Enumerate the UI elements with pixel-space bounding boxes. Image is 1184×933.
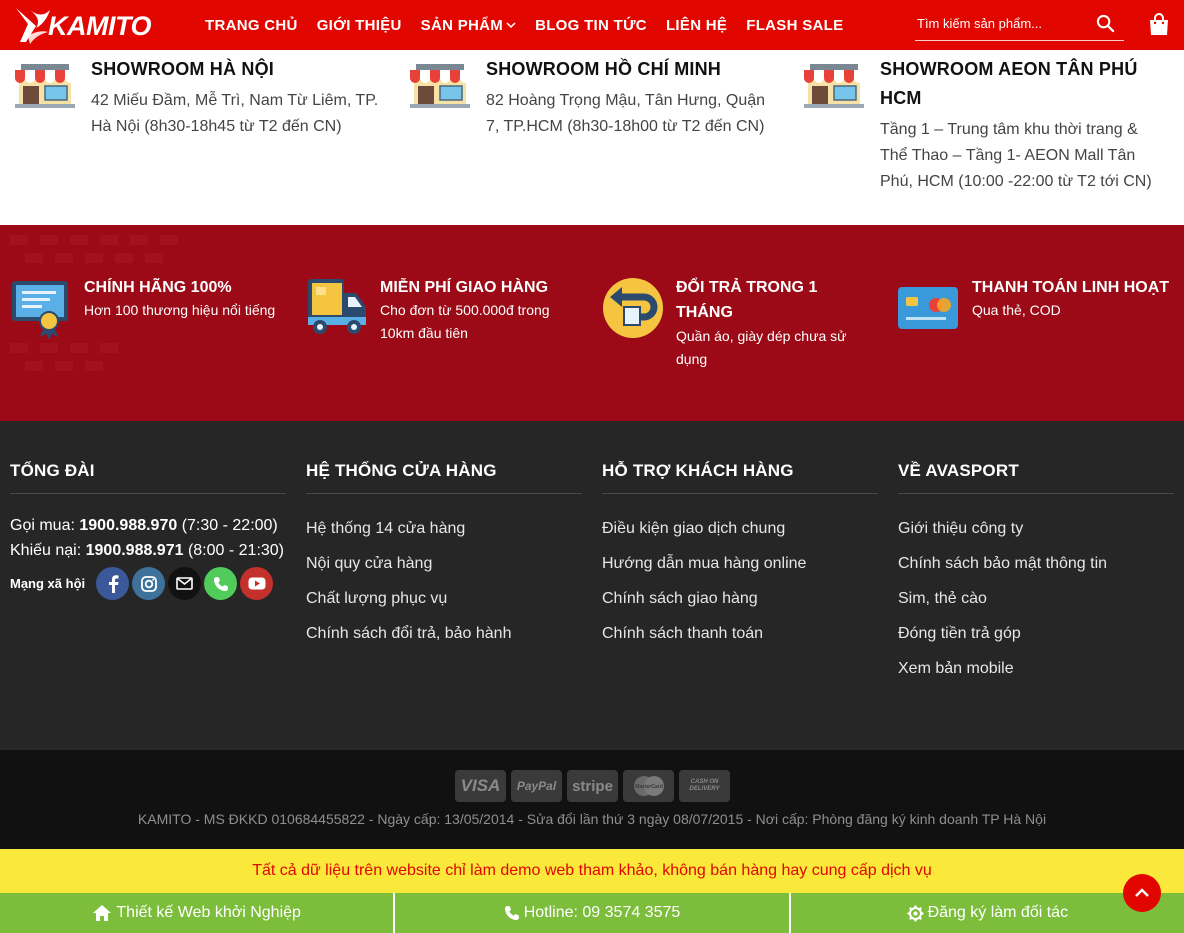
mastercard-icon: MasterCard	[623, 770, 674, 802]
svg-text:MasterCard: MasterCard	[635, 784, 663, 790]
footer-link[interactable]: Hướng dẫn mua hàng online	[602, 546, 878, 581]
return-box-icon	[603, 278, 663, 338]
buy-hours: (7:30 - 22:00)	[181, 517, 278, 534]
complain-number[interactable]: 1900.988.971	[86, 542, 184, 559]
web-design-button[interactable]: Thiết kế Web khởi Nghiệp	[0, 893, 396, 933]
showroom-title: SHOWROOM AEON TÂN PHÚ HCM	[880, 59, 1138, 108]
facebook-icon[interactable]	[96, 567, 130, 600]
chevron-down-icon	[506, 22, 516, 29]
nav-products[interactable]: SẢN PHẨM	[421, 17, 516, 34]
footer-link[interactable]: Xem bản mobile	[898, 651, 1174, 686]
credit-card-icon	[898, 287, 958, 329]
nav-products-label: SẢN PHẨM	[420, 16, 504, 34]
showroom-address: Tầng 1 – Trung tâm khu thời trang & Thể …	[880, 121, 1152, 190]
search-input[interactable]	[915, 8, 1090, 38]
footer-link[interactable]: Chính sách giao hàng	[602, 581, 878, 616]
partner-signup-label: Đăng ký làm đối tác	[927, 904, 1069, 921]
complain-label: Khiếu nại:	[10, 542, 82, 559]
footer-about: VỀ AVASPORT Giới thiệu công ty Chính sác…	[898, 461, 1174, 686]
nav-home[interactable]: TRANG CHỦ	[205, 17, 298, 34]
footer-link[interactable]: Chính sách đổi trả, bảo hành	[306, 616, 582, 651]
footer-link[interactable]: Đóng tiền trả góp	[898, 616, 1174, 651]
store-icon	[804, 64, 864, 108]
delivery-truck-icon	[308, 279, 366, 334]
footer-support: HỖ TRỢ KHÁCH HÀNG Điều kiện giao dịch ch…	[602, 461, 878, 651]
store-icon	[410, 64, 470, 108]
benefits-band: CHÍNH HÃNG 100% Hơn 100 thương hiệu nổi …	[0, 225, 1184, 421]
benefit-desc: Quần áo, giày dép chưa sử dụng	[676, 328, 847, 367]
certificate-icon	[12, 281, 68, 339]
footer-link[interactable]: Điều kiện giao dịch chung	[602, 511, 878, 546]
cash-on-delivery-icon: CASH ON DELIVERY	[679, 770, 730, 802]
buy-number[interactable]: 1900.988.970	[79, 517, 177, 534]
footer-col-title: HỆ THỐNG CỬA HÀNG	[306, 461, 582, 494]
instagram-icon[interactable]	[132, 567, 166, 600]
shopping-bag-icon[interactable]	[1148, 13, 1170, 36]
site-logo[interactable]: KAMITO	[14, 5, 152, 47]
nav-contact[interactable]: LIÊN HỆ	[666, 17, 727, 34]
showroom-title: SHOWROOM HỒ CHÍ MINH	[486, 59, 721, 79]
footer-bottom: VISA PayPal stripe MasterCard CASH ON DE…	[0, 750, 1184, 849]
web-design-label: Thiết kế Web khởi Nghiệp	[116, 904, 301, 921]
phone-icon	[504, 906, 519, 920]
showroom-address: 42 Miếu Đầm, Mễ Trì, Nam Từ Liêm, TP. Hà…	[91, 92, 379, 135]
complain-hotline: Khiếu nại: 1900.988.971 (8:00 - 21:30)	[10, 538, 286, 563]
footer-col-title: TỔNG ĐÀI	[10, 461, 286, 494]
paypal-icon: PayPal	[511, 770, 562, 802]
benefit-title: THANH TOÁN LINH HOẠT	[972, 279, 1170, 296]
search-box	[915, 8, 1124, 41]
visa-icon: VISA	[455, 770, 506, 802]
footer-link[interactable]: Chất lượng phục vụ	[306, 581, 582, 616]
stripe-icon: stripe	[567, 770, 618, 802]
footer-link[interactable]: Chính sách thanh toán	[602, 616, 878, 651]
footer-link[interactable]: Nội quy cửa hàng	[306, 546, 582, 581]
benefit-title: MIỄN PHÍ GIAO HÀNG	[380, 279, 549, 296]
footer-hotline: TỔNG ĐÀI Gọi mua: 1900.988.970 (7:30 - 2…	[10, 461, 286, 600]
main-nav: TRANG CHỦ GIỚI THIỆU SẢN PHẨM BLOG TIN T…	[205, 0, 862, 50]
legal-text: KAMITO - MS ĐKKD 010684455822 - Ngày cấp…	[137, 811, 1047, 827]
gear-icon	[907, 905, 924, 921]
footer-col-title: VỀ AVASPORT	[898, 461, 1174, 494]
footer-link[interactable]: Giới thiệu công ty	[898, 511, 1174, 546]
hotline-button[interactable]: Hotline: 09 3574 3575	[395, 893, 791, 933]
benefit-desc: Qua thẻ, COD	[972, 302, 1061, 318]
footer-link[interactable]: Chính sách bảo mật thông tin	[898, 546, 1174, 581]
youtube-icon[interactable]	[240, 567, 274, 600]
phone-icon[interactable]	[204, 567, 238, 600]
back-to-top-button[interactable]	[1123, 874, 1161, 912]
showroom-title: SHOWROOM HÀ NỘI	[91, 59, 274, 79]
nav-about[interactable]: GIỚI THIỆU	[317, 17, 402, 34]
social-row: Mạng xã hội	[10, 567, 286, 600]
site-header: KAMITO TRANG CHỦ GIỚI THIỆU SẢN PHẨM BLO…	[0, 0, 1184, 50]
social-label: Mạng xã hội	[10, 576, 86, 591]
email-icon[interactable]	[168, 567, 202, 600]
store-icon	[15, 64, 75, 108]
kamito-logo-icon	[16, 8, 50, 44]
background-pattern	[10, 235, 178, 371]
benefit-title: ĐỔI TRẢ TRONG 1 THÁNG	[676, 279, 818, 321]
search-icon[interactable]	[1096, 14, 1115, 33]
showroom-address: 82 Hoàng Trọng Mậu, Tân Hưng, Quận 7, TP…	[486, 92, 766, 135]
footer-link[interactable]: Sim, thẻ cào	[898, 581, 1174, 616]
benefit-desc: Cho đơn từ 500.000đ trong 10km đầu tiên	[380, 302, 550, 341]
sticky-action-bar: Thiết kế Web khởi Nghiệp Hotline: 09 357…	[0, 893, 1184, 933]
nav-flash-sale[interactable]: FLASH SALE	[746, 17, 843, 34]
demo-notice: Tất cả dữ liệu trên website chỉ làm demo…	[0, 849, 1184, 893]
benefit-title: CHÍNH HÃNG 100%	[84, 279, 232, 296]
footer-col-title: HỖ TRỢ KHÁCH HÀNG	[602, 461, 878, 494]
chevron-up-icon	[1135, 888, 1149, 897]
site-footer: TỔNG ĐÀI Gọi mua: 1900.988.970 (7:30 - 2…	[0, 421, 1184, 750]
complain-hours: (8:00 - 21:30)	[187, 542, 285, 559]
benefit-desc: Hơn 100 thương hiệu nổi tiếng	[84, 302, 276, 318]
payment-methods: VISA PayPal stripe MasterCard CASH ON DE…	[455, 770, 735, 802]
hotline-label: Hotline: 09 3574 3575	[523, 904, 681, 921]
buy-hotline: Gọi mua: 1900.988.970 (7:30 - 22:00)	[10, 513, 286, 538]
footer-link[interactable]: Hệ thống 14 cửa hàng	[306, 511, 582, 546]
logo-text: KAMITO	[48, 10, 152, 41]
nav-blog[interactable]: BLOG TIN TỨC	[535, 17, 647, 34]
footer-stores: HỆ THỐNG CỬA HÀNG Hệ thống 14 cửa hàng N…	[306, 461, 582, 651]
buy-label: Gọi mua:	[10, 517, 75, 534]
home-icon	[93, 905, 112, 921]
